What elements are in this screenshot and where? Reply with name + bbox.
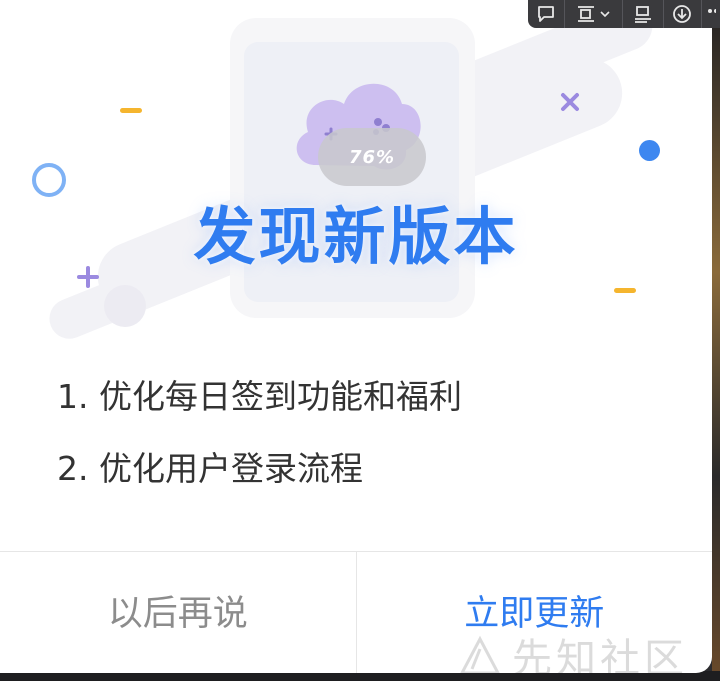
progress-badge: 76% [318, 128, 426, 186]
layout-icon [578, 6, 595, 22]
later-button[interactable]: 以后再说 [0, 552, 357, 673]
circle-decoration [104, 285, 146, 327]
release-note-item: 2. 优化用户登录流程 [57, 449, 363, 488]
chevron-down-icon [600, 11, 610, 18]
dialog-title: 发现新版本 [193, 200, 519, 273]
align-icon [634, 6, 651, 23]
dash-decoration [120, 108, 142, 113]
cross-icon [561, 93, 579, 111]
dot-decoration [639, 140, 660, 161]
dash-decoration [614, 288, 636, 293]
more-icon [708, 9, 717, 13]
background-right [712, 0, 720, 681]
comment-icon [537, 6, 554, 22]
floating-toolbar [528, 0, 720, 28]
watermark-text: 先知社区 [512, 636, 688, 673]
hero-illustration: 76% 发现新版本 [0, 0, 712, 345]
download-button[interactable] [664, 0, 703, 28]
more-button[interactable] [702, 0, 720, 28]
comment-button[interactable] [528, 0, 565, 28]
update-dialog: 76% 发现新版本 1. 优化每日签到功能和福利 2. 优化用户登录流程 以后再… [0, 0, 712, 673]
release-notes: 1. 优化每日签到功能和福利 2. 优化用户登录流程 [57, 378, 462, 522]
layout-button[interactable] [565, 0, 624, 28]
align-button[interactable] [623, 0, 664, 28]
download-icon [673, 5, 692, 23]
release-note-item: 1. 优化每日签到功能和福利 [57, 377, 462, 416]
watermark: 先知社区 [458, 626, 688, 673]
watermark-logo-icon [460, 635, 500, 673]
